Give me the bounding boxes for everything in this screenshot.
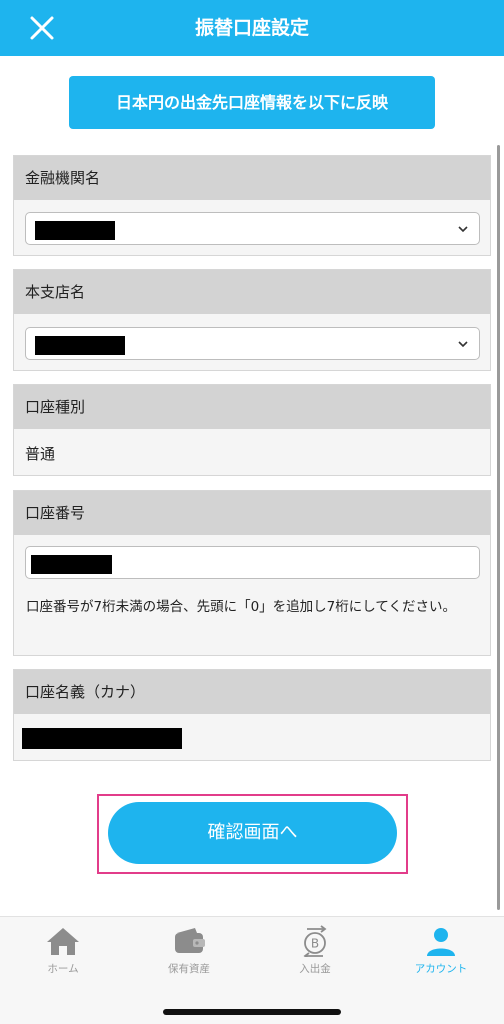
bank-name-section: 金融機関名: [13, 155, 491, 256]
account-icon: [427, 928, 455, 956]
tab-deposit-withdraw[interactable]: B 入出金: [252, 925, 378, 989]
tab-assets-label: 保有資産: [168, 963, 210, 975]
bank-name-label: 金融機関名: [14, 156, 490, 200]
redacted-value: [22, 728, 182, 749]
chevron-down-icon: [458, 341, 468, 348]
redacted-value: [35, 221, 115, 240]
scrollbar[interactable]: [497, 145, 500, 910]
account-type-label: 口座種別: [14, 385, 490, 429]
chevron-down-icon: [458, 226, 468, 233]
home-indicator: [163, 1009, 341, 1015]
account-holder-label: 口座名義（カナ）: [14, 670, 490, 714]
wallet-icon: [175, 928, 205, 953]
redacted-value: [31, 555, 112, 574]
bank-name-select[interactable]: [25, 212, 480, 245]
account-number-input[interactable]: [25, 546, 480, 579]
branch-name-section: 本支店名: [13, 269, 491, 371]
confirm-button[interactable]: 確認画面へ: [108, 802, 397, 864]
tab-account-label: アカウント: [414, 963, 468, 975]
tab-assets[interactable]: 保有資産: [126, 925, 252, 989]
tab-home[interactable]: ホーム: [0, 925, 126, 989]
branch-name-label: 本支店名: [14, 270, 490, 314]
tab-home-label: ホーム: [47, 963, 79, 975]
home-icon: [47, 928, 79, 955]
app-header: 振替口座設定: [0, 0, 504, 56]
tab-account[interactable]: アカウント: [378, 925, 504, 989]
tab-deposit-withdraw-label: 入出金: [299, 963, 331, 975]
redacted-value: [35, 336, 125, 355]
tab-bar: ホーム 保有資産 B 入出金 アカウント: [0, 916, 504, 1024]
svg-text:B: B: [311, 937, 319, 951]
reflect-account-info-button[interactable]: 日本円の出金先口座情報を以下に反映: [69, 76, 435, 129]
account-type-value: 普通: [25, 445, 56, 463]
account-number-label: 口座番号: [14, 491, 490, 535]
account-holder-section: 口座名義（カナ）: [13, 669, 491, 761]
branch-name-select[interactable]: [25, 327, 480, 360]
account-type-section: 口座種別 普通: [13, 384, 491, 476]
account-number-note: 口座番号が7桁未満の場合、先頭に「0」を追加し7桁にしてください。: [26, 599, 456, 615]
bitcoin-transfer-icon: B: [303, 925, 327, 957]
page-title: 振替口座設定: [194, 17, 309, 39]
account-number-section: 口座番号 口座番号が7桁未満の場合、先頭に「0」を追加し7桁にしてください。: [13, 490, 491, 656]
